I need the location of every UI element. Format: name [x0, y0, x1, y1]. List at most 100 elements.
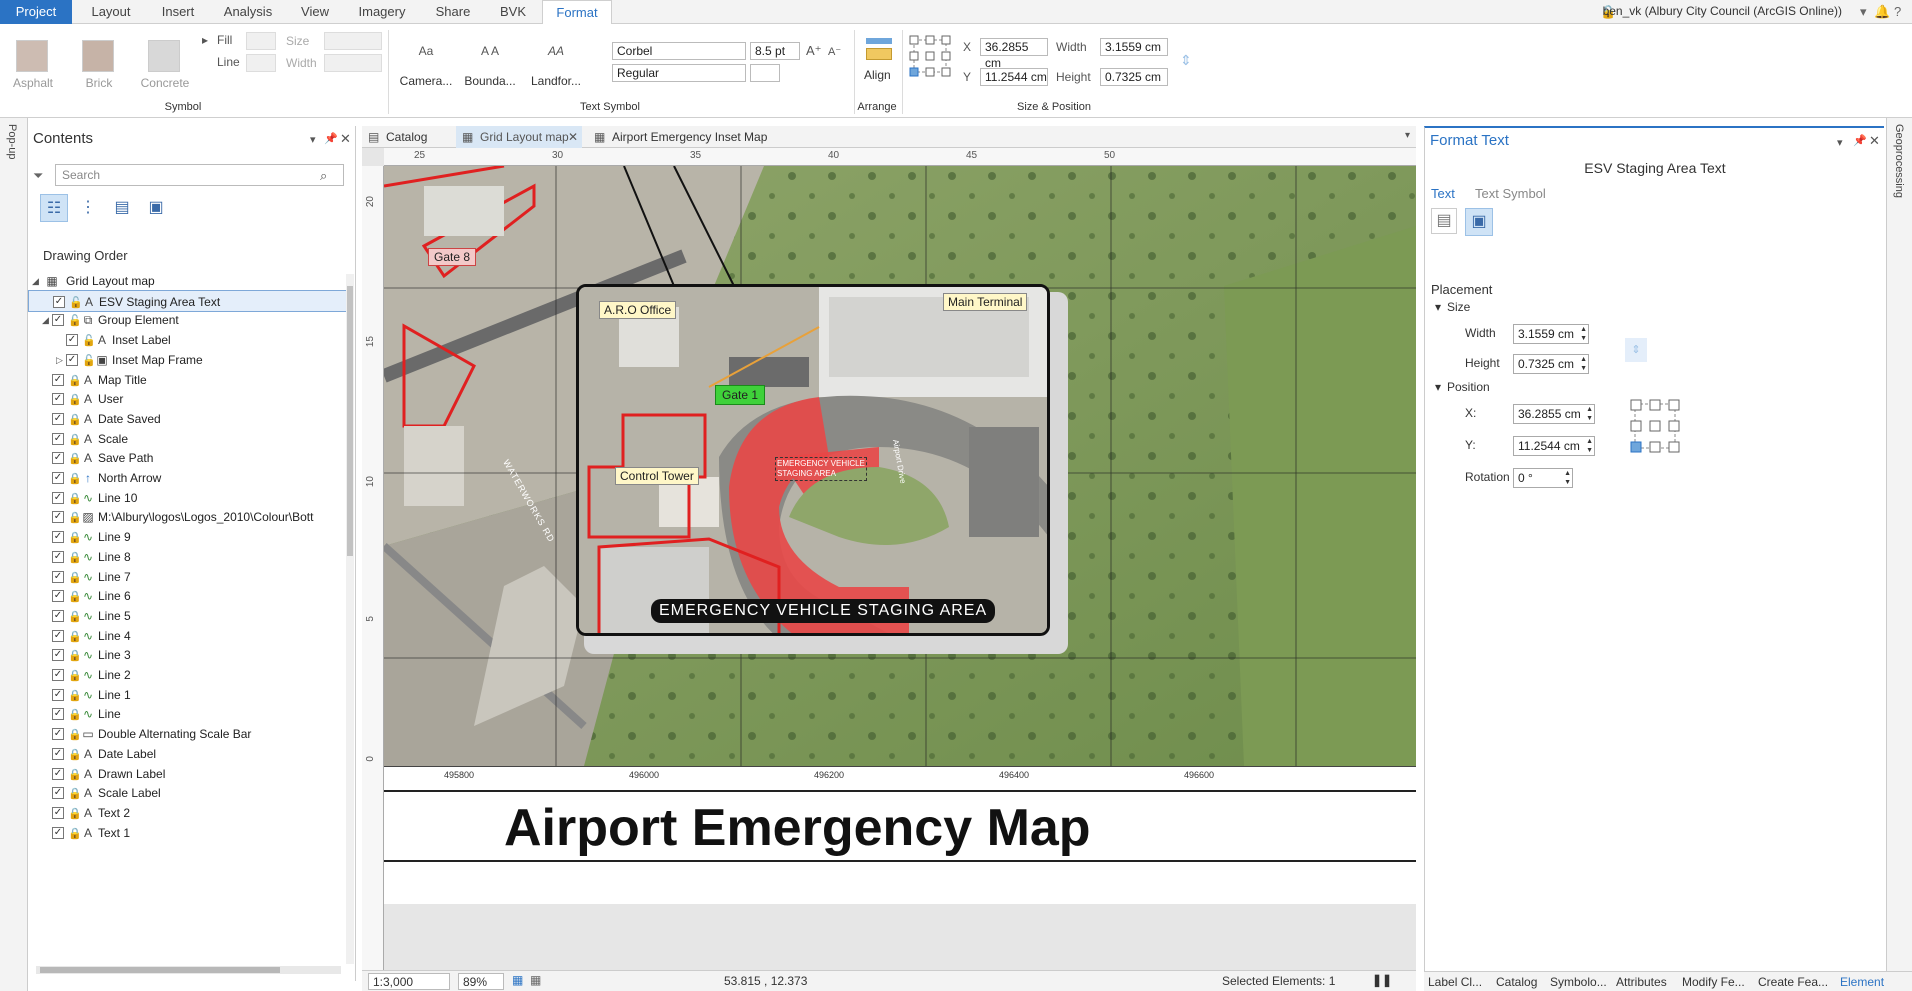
y-position-input[interactable]: 11.2544 cm ▲ ▼: [1513, 436, 1595, 456]
signed-in-user[interactable]: ben_vk (Albury City Council (ArcGIS Onli…: [1603, 4, 1842, 18]
collapse-icon[interactable]: ◢: [32, 270, 44, 292]
spinner-arrows-icon[interactable]: ▲ ▼: [1586, 437, 1593, 455]
anchor-point-grid-icon[interactable]: [908, 34, 952, 78]
tree-item[interactable]: ✓ 🔒 ∿ Line 1: [28, 684, 348, 706]
tree-item[interactable]: ✓ 🔒 A Text 1: [28, 822, 348, 844]
pause-drawing-icon[interactable]: ❚❚: [1372, 973, 1392, 987]
tree-item[interactable]: ✓ 🔒 A Scale Label: [28, 782, 348, 804]
visibility-checkbox[interactable]: ✓: [52, 747, 64, 760]
visibility-checkbox[interactable]: ✓: [52, 432, 64, 445]
tree-item[interactable]: ✓ 🔒 ∿ Line 3: [28, 644, 348, 666]
contents-horizontal-scroll-thumb[interactable]: [40, 967, 280, 973]
pane-tab-symbology[interactable]: Symbolo...: [1550, 975, 1607, 989]
pane-tab-attributes[interactable]: Attributes: [1616, 975, 1667, 989]
visibility-checkbox[interactable]: ✓: [52, 609, 64, 622]
visibility-checkbox[interactable]: ✓: [52, 767, 64, 780]
swatch-brick[interactable]: [82, 40, 114, 72]
visibility-checkbox[interactable]: ✓: [52, 452, 64, 465]
font-style-select[interactable]: Regular: [612, 64, 746, 82]
visibility-checkbox[interactable]: ✓: [52, 491, 64, 504]
aro-office-label[interactable]: A.R.O Office: [599, 301, 677, 319]
visibility-checkbox[interactable]: ✓: [66, 334, 78, 347]
view-tab-catalog[interactable]: ▤ Catalog: [362, 126, 452, 148]
close-tab-icon[interactable]: ✕: [568, 126, 578, 148]
inset-label-banner[interactable]: EMERGENCY VEHICLE STAGING AREA: [651, 599, 996, 623]
line-color-picker[interactable]: [246, 54, 276, 72]
tab-imagery[interactable]: Imagery: [348, 0, 416, 24]
spinner-arrows-icon[interactable]: ▲ ▼: [1580, 325, 1587, 343]
layout-view[interactable]: 25 30 35 40 45 50 20 15 10 5 0 Gate 8 WA…: [362, 148, 1416, 970]
gate-8-label[interactable]: Gate 8: [428, 248, 477, 266]
tree-item[interactable]: ✓ 🔒 ∿ Line 4: [28, 625, 348, 647]
tree-item[interactable]: ✓ 🔒 ↑ North Arrow: [28, 467, 348, 489]
font-family-select[interactable]: Corbel: [612, 42, 746, 60]
visibility-checkbox[interactable]: ✓: [52, 472, 64, 484]
anchor-point-grid-icon[interactable]: [1629, 398, 1681, 454]
y-position-input[interactable]: 11.2544 cm: [980, 68, 1048, 86]
visibility-checkbox[interactable]: ✓: [52, 412, 64, 425]
shrink-font-icon[interactable]: A⁻: [828, 45, 841, 58]
visibility-checkbox[interactable]: ✓: [52, 649, 64, 662]
control-tower-label[interactable]: Control Tower: [615, 467, 699, 485]
layout-page[interactable]: Gate 8 WATERWORKS RD A.R.O Office Main T…: [384, 166, 1416, 904]
collapse-icon[interactable]: ▾: [1435, 380, 1441, 394]
tree-item[interactable]: ✓ 🔒 ∿ Line 10: [28, 487, 348, 509]
panel-menu-icon[interactable]: ▾: [1837, 136, 1843, 149]
visibility-checkbox[interactable]: ✓: [52, 669, 64, 681]
tab-analysis[interactable]: Analysis: [214, 0, 282, 24]
visibility-checkbox[interactable]: ✓: [52, 590, 64, 603]
text-options-icon[interactable]: ▤: [1431, 208, 1457, 234]
view-tab-grid-layout[interactable]: ▦ Grid Layout map ✕: [456, 126, 582, 148]
lock-aspect-icon[interactable]: ⇕: [1625, 338, 1647, 362]
tree-item[interactable]: ✓ 🔒 A Scale: [28, 428, 348, 450]
inset-map-frame[interactable]: A.R.O Office Main Terminal Gate 1 Contro…: [576, 284, 1050, 636]
tree-item[interactable]: ✓ 🔒 ∿ Line 6: [28, 585, 348, 607]
pane-tab-modify-features[interactable]: Modify Fe...: [1682, 975, 1745, 989]
visibility-checkbox[interactable]: ✓: [53, 295, 65, 308]
align-button[interactable]: Align: [864, 68, 891, 82]
tree-item[interactable]: ✓ 🔒 ∿ Line: [28, 703, 348, 725]
close-icon[interactable]: ✕: [340, 131, 351, 147]
rotation-input[interactable]: 0 ° ▲ ▼: [1513, 468, 1573, 488]
text-style-boundary-button[interactable]: A A Bounda...: [462, 44, 518, 88]
width-input[interactable]: 3.1559 cm: [1100, 38, 1168, 56]
x-position-input[interactable]: 36.2855 cm: [980, 38, 1048, 70]
visibility-checkbox[interactable]: ✓: [52, 826, 64, 839]
tab-text[interactable]: Text: [1431, 186, 1455, 201]
tree-item[interactable]: ✓ 🔒 A User: [28, 388, 348, 410]
text-style-landform-button[interactable]: AA Landfor...: [528, 44, 584, 88]
visibility-checkbox[interactable]: ✓: [52, 570, 64, 583]
tree-item[interactable]: ✓ 🔒 ▨ M:\Albury\logos\Logos_2010\Colour\Bot…: [28, 506, 348, 528]
tree-item[interactable]: ✓ 🔒 A Drawn Label: [28, 763, 348, 785]
filter-icon[interactable]: ⏷: [33, 168, 43, 184]
geoprocessing-pane-tab[interactable]: Geoprocessing: [1893, 124, 1905, 198]
spinner-arrows-icon[interactable]: ▲ ▼: [1586, 405, 1593, 423]
grid-icon[interactable]: ▦: [530, 973, 541, 987]
placement-options-icon[interactable]: ▣: [1465, 208, 1493, 236]
fill-color-picker[interactable]: [246, 32, 276, 50]
spinner-arrows-icon[interactable]: ▲ ▼: [1580, 355, 1587, 373]
main-terminal-label[interactable]: Main Terminal: [943, 293, 1028, 311]
spinner-arrows-icon[interactable]: ▲ ▼: [1564, 469, 1571, 487]
pane-tab-create-features[interactable]: Create Fea...: [1758, 975, 1828, 989]
tree-item[interactable]: ✓ 🔓 A Inset Label: [28, 329, 348, 351]
symbol-size-input[interactable]: [324, 32, 382, 50]
pin-icon[interactable]: 📌: [1853, 134, 1867, 147]
swatch-asphalt[interactable]: [16, 40, 48, 72]
map-scale-select[interactable]: 1:3,000: [368, 973, 450, 990]
tree-item[interactable]: ▷ ✓ 🔓 ▣ Inset Map Frame: [28, 349, 348, 371]
help-icon[interactable]: ?: [1894, 4, 1901, 19]
tree-item[interactable]: ✓ 🔒 A Text 2: [28, 802, 348, 824]
visibility-checkbox[interactable]: ✓: [52, 531, 64, 544]
visibility-checkbox[interactable]: ✓: [52, 787, 64, 800]
contents-vertical-scroll-thumb[interactable]: [347, 286, 353, 556]
list-by-source-icon[interactable]: ▤: [108, 194, 136, 222]
main-map-frame[interactable]: Gate 8 WATERWORKS RD A.R.O Office Main T…: [384, 166, 1416, 766]
tree-item[interactable]: ✓ 🔒 A Date Saved: [28, 408, 348, 430]
width-input[interactable]: 3.1559 cm ▲ ▼: [1513, 324, 1589, 344]
esv-staging-area-text[interactable]: EMERGENCY VEHICLE STAGING AREA: [775, 457, 867, 481]
visibility-checkbox[interactable]: ✓: [52, 393, 64, 406]
visibility-checkbox[interactable]: ✓: [52, 550, 64, 563]
pin-icon[interactable]: 📌: [324, 132, 338, 145]
snap-to-guides-icon[interactable]: ▦: [512, 973, 523, 987]
